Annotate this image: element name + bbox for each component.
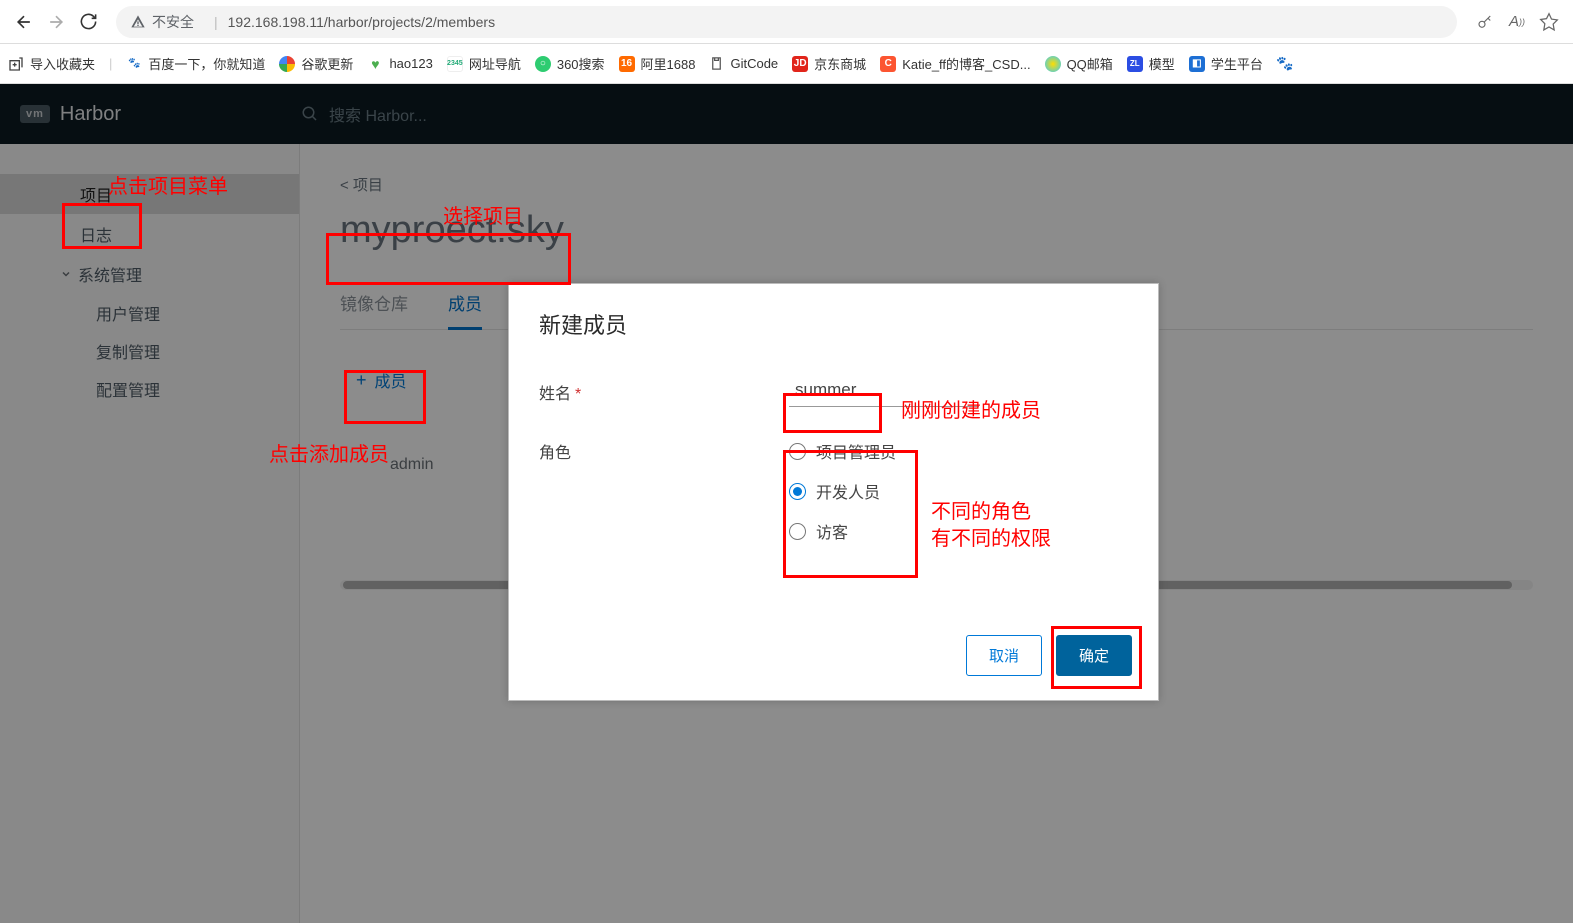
url-text: 192.168.198.11/harbor/projects/2/members bbox=[228, 14, 495, 30]
anno-click-add-member: 点击添加成员 bbox=[269, 438, 389, 467]
bookmark-gitcode[interactable]: GitCode bbox=[709, 56, 778, 71]
name-label: 姓名* bbox=[539, 376, 789, 404]
bookmark-2345[interactable]: 2345网址导航 bbox=[447, 54, 521, 73]
modal-title: 新建成员 bbox=[509, 284, 1158, 370]
anno-roles-line2: 有不同的权限 bbox=[931, 522, 1051, 551]
cancel-button[interactable]: 取消 bbox=[966, 635, 1042, 676]
bookmark-baidu[interactable]: 🐾百度一下，你就知道 bbox=[126, 54, 265, 73]
bookmark-360[interactable]: ○360搜索 bbox=[535, 54, 605, 73]
bookmark-jd[interactable]: JD京东商城 bbox=[792, 54, 866, 73]
anno-select-proj: 选择项目 bbox=[443, 200, 523, 229]
reload-button[interactable] bbox=[72, 6, 104, 38]
bookmark-model[interactable]: ZL模型 bbox=[1127, 54, 1175, 73]
bookmark-csdn[interactable]: CKatie_ff的博客_CSD... bbox=[880, 54, 1030, 73]
bookmark-student[interactable]: ◧学生平台 bbox=[1189, 54, 1263, 73]
bookmark-more[interactable]: 🐾 bbox=[1277, 56, 1293, 72]
key-icon[interactable] bbox=[1469, 6, 1501, 38]
anno-click-proj-menu: 点击项目菜单 bbox=[108, 170, 228, 199]
bookmark-hao123[interactable]: ♥hao123 bbox=[367, 56, 432, 72]
forward-button[interactable] bbox=[40, 6, 72, 38]
anno-box-roles bbox=[783, 450, 918, 578]
bookmark-qqmail[interactable]: QQ邮箱 bbox=[1045, 54, 1113, 73]
insecure-label: 不安全 bbox=[152, 12, 194, 32]
import-bookmarks[interactable]: 导入收藏夹 bbox=[8, 54, 95, 73]
anno-box-proj-menu bbox=[62, 203, 142, 249]
anno-box-proj-title bbox=[326, 233, 571, 285]
bookmarks-bar: 导入收藏夹 | 🐾百度一下，你就知道 谷歌更新 ♥hao123 2345网址导航… bbox=[0, 44, 1573, 84]
anno-box-name-input bbox=[783, 393, 882, 433]
browser-toolbar: 不安全 | 192.168.198.11/harbor/projects/2/m… bbox=[0, 0, 1573, 44]
read-aloud-icon[interactable]: A)) bbox=[1501, 6, 1533, 38]
anno-roles-line1: 不同的角色 bbox=[931, 495, 1031, 524]
favorite-icon[interactable] bbox=[1533, 6, 1565, 38]
anno-box-ok bbox=[1051, 626, 1142, 689]
anno-box-add-member bbox=[344, 370, 426, 424]
bookmark-1688[interactable]: 16阿里1688 bbox=[619, 54, 696, 73]
insecure-badge: 不安全 bbox=[130, 12, 194, 32]
back-button[interactable] bbox=[8, 6, 40, 38]
role-label: 角色 bbox=[539, 435, 789, 463]
anno-created-member: 刚刚创建的成员 bbox=[901, 394, 1041, 423]
address-bar[interactable]: 不安全 | 192.168.198.11/harbor/projects/2/m… bbox=[116, 6, 1457, 38]
address-divider: | bbox=[214, 14, 218, 30]
bookmark-google[interactable]: 谷歌更新 bbox=[279, 54, 353, 73]
